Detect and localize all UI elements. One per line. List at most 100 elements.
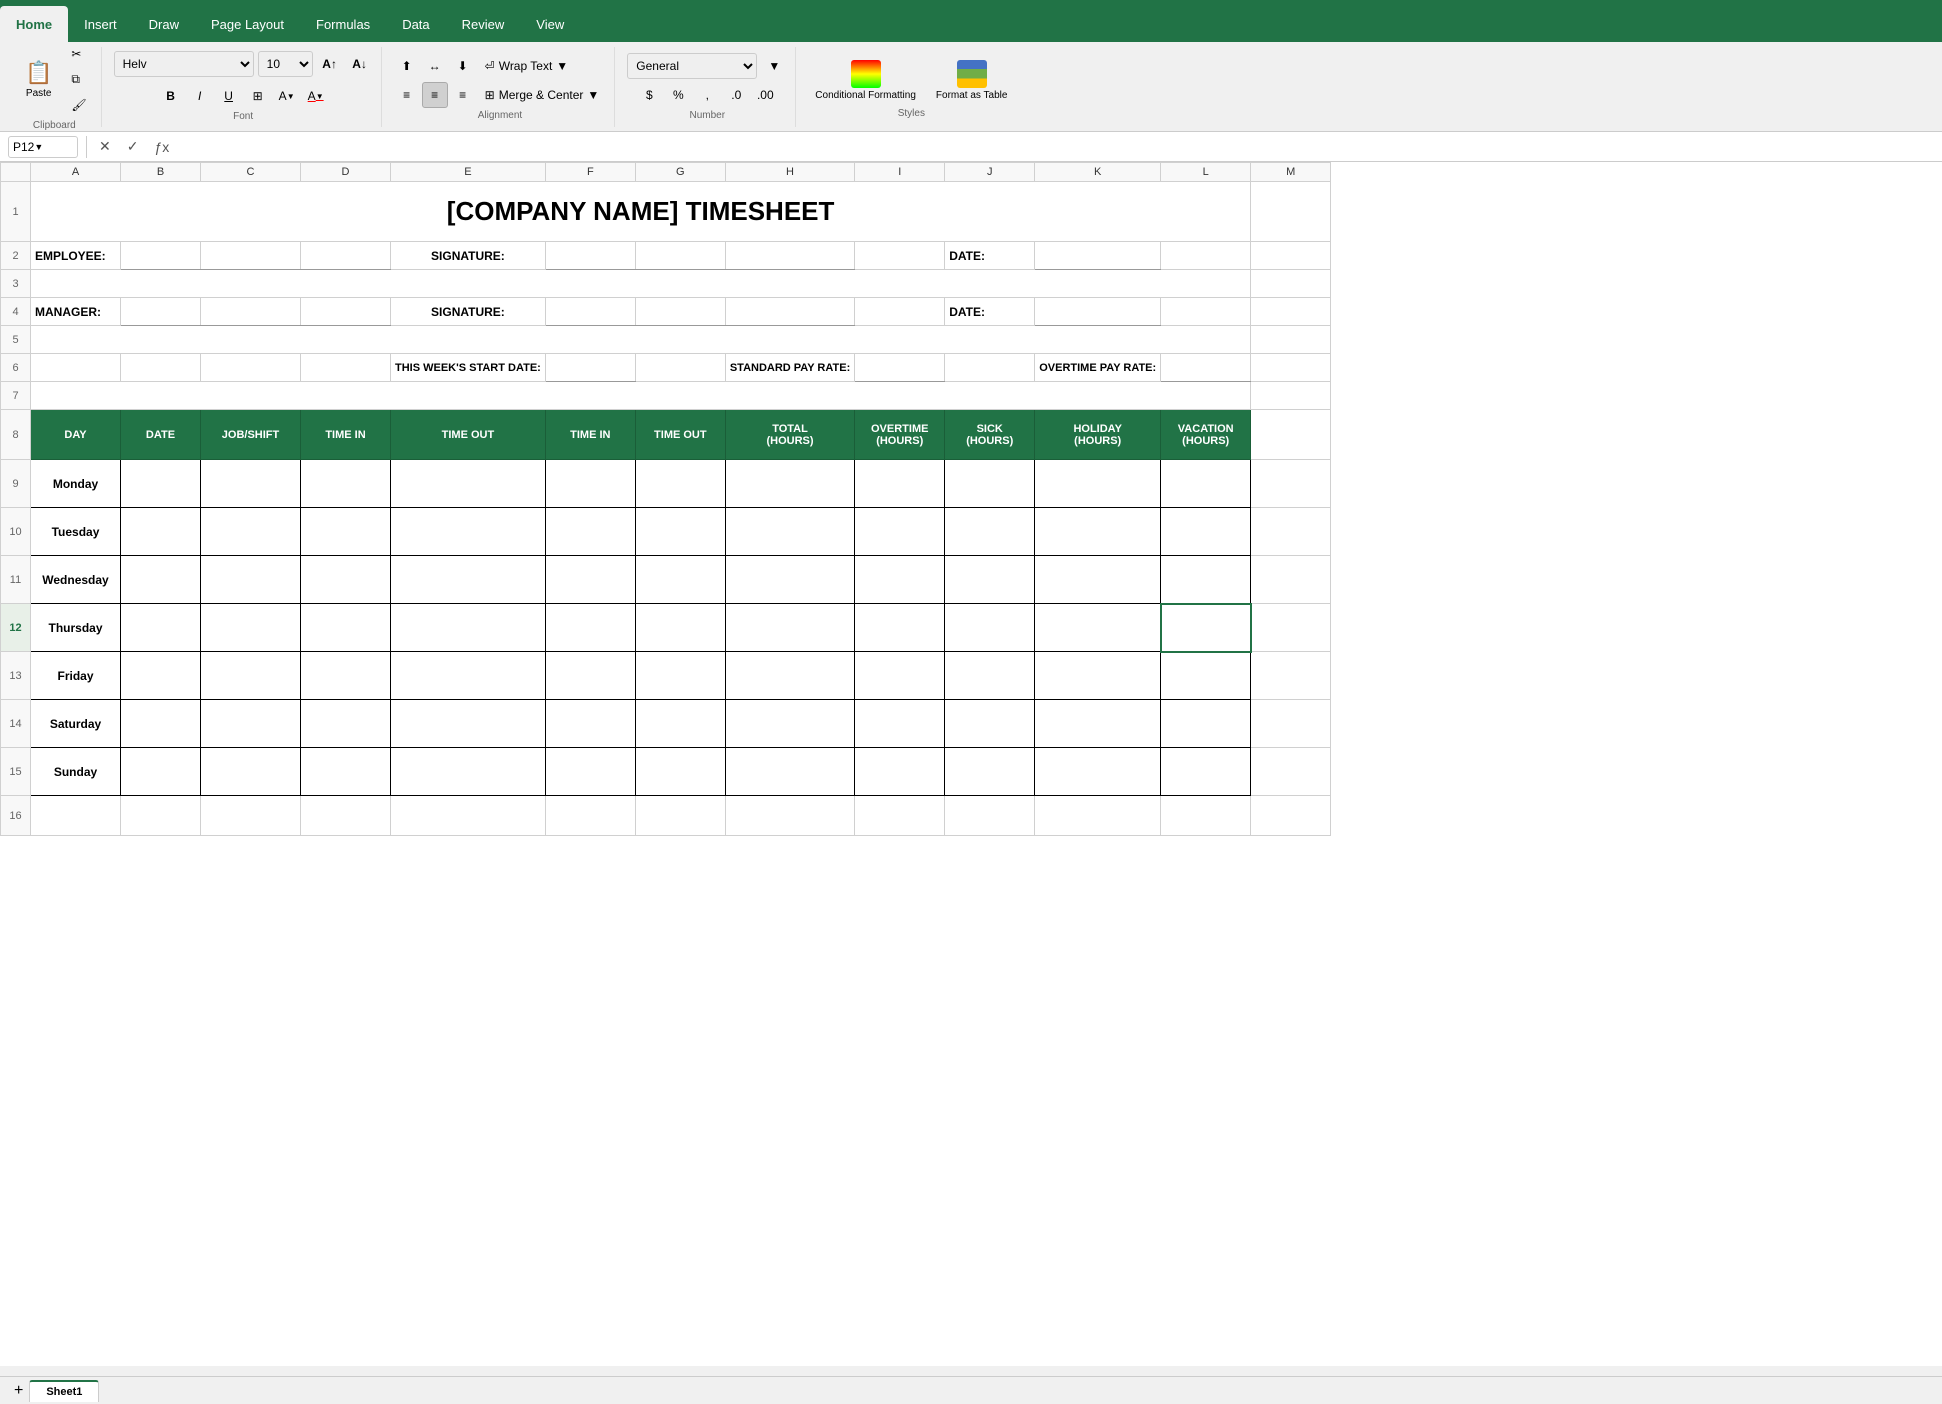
sunday-total[interactable] [725,748,854,796]
tuesday-timeout2[interactable] [635,508,725,556]
align-center-button[interactable]: ≡ [422,82,448,108]
tab-insert[interactable]: Insert [68,6,133,42]
align-bottom-button[interactable]: ⬇ [450,53,476,79]
tuesday-date[interactable] [121,508,201,556]
wednesday-total[interactable] [725,556,854,604]
manager-value-2[interactable] [201,298,301,326]
manager-sig-3[interactable] [725,298,854,326]
add-sheet-button[interactable]: + [8,1378,29,1404]
col-header-i[interactable]: I [855,163,945,182]
friday-total[interactable] [725,652,854,700]
sunday-holiday[interactable] [1035,748,1161,796]
sunday-timein2[interactable] [545,748,635,796]
saturday-overtime[interactable] [855,700,945,748]
wednesday-timein2[interactable] [545,556,635,604]
cell-a16[interactable] [31,796,121,836]
manager-sig-i4[interactable] [855,298,945,326]
cell-j16[interactable] [945,796,1035,836]
currency-button[interactable]: $ [636,82,662,108]
cell-m1[interactable] [1251,182,1331,242]
employee-value-3[interactable] [301,242,391,270]
format-painter-button[interactable]: 🖌 [65,94,92,116]
tab-home[interactable]: Home [0,6,68,42]
signature-value-2[interactable] [635,242,725,270]
sunday-sick[interactable] [945,748,1035,796]
number-format-select[interactable]: General [627,53,757,79]
saturday-timein1[interactable] [301,700,391,748]
saturday-date[interactable] [121,700,201,748]
cell-reference-box[interactable]: P12 ▼ [8,136,78,158]
monday-overtime[interactable] [855,460,945,508]
cell-m5[interactable] [1251,326,1331,354]
spreadsheet-container[interactable]: A B C D E F G H I J K L M 1 [COMPANY NAM… [0,162,1942,1366]
overtime-pay-value[interactable] [1161,354,1251,382]
sunday-date[interactable] [121,748,201,796]
manager-date-1[interactable] [1035,298,1161,326]
insert-function-button[interactable]: ƒx [150,137,173,157]
cell-ref-dropdown[interactable]: ▼ [34,142,43,152]
friday-sick[interactable] [945,652,1035,700]
wednesday-timeout1[interactable] [391,556,546,604]
sunday-timeout2[interactable] [635,748,725,796]
col-header-l[interactable]: L [1161,163,1251,182]
cell-d16[interactable] [301,796,391,836]
cell-m2[interactable] [1251,242,1331,270]
tuesday-timein2[interactable] [545,508,635,556]
conditional-formatting-button[interactable]: Conditional Formatting [808,55,923,106]
cell-f16[interactable] [545,796,635,836]
tuesday-vacation[interactable] [1161,508,1251,556]
friday-timeout2[interactable] [635,652,725,700]
merge-center-button[interactable]: ⊞ Merge & Center ▼ [478,82,607,108]
formula-input[interactable] [181,136,1934,158]
align-right-button[interactable]: ≡ [450,82,476,108]
align-left-button[interactable]: ≡ [394,82,420,108]
copy-button[interactable]: ⧉ [65,68,92,91]
cell-b16[interactable] [121,796,201,836]
monday-job[interactable] [201,460,301,508]
cell-m16[interactable] [1251,796,1331,836]
thursday-overtime[interactable] [855,604,945,652]
cell-i16[interactable] [855,796,945,836]
thursday-holiday[interactable] [1035,604,1161,652]
col-header-d[interactable]: D [301,163,391,182]
saturday-sick[interactable] [945,700,1035,748]
tuesday-total[interactable] [725,508,854,556]
increase-decimal-button[interactable]: .00 [752,82,778,108]
col-header-m[interactable]: M [1251,163,1331,182]
saturday-job[interactable] [201,700,301,748]
sheet-tab-1[interactable]: Sheet1 [29,1380,99,1402]
friday-holiday[interactable] [1035,652,1161,700]
signature-value-1[interactable] [545,242,635,270]
tab-draw[interactable]: Draw [133,6,195,42]
cell-g16[interactable] [635,796,725,836]
friday-timeout1[interactable] [391,652,546,700]
monday-holiday[interactable] [1035,460,1161,508]
manager-value-3[interactable] [301,298,391,326]
cell-h16[interactable] [725,796,854,836]
comma-button[interactable]: , [694,82,720,108]
col-header-g[interactable]: G [635,163,725,182]
monday-timeout1[interactable] [391,460,546,508]
col-header-b[interactable]: B [121,163,201,182]
thursday-timein1[interactable] [301,604,391,652]
sunday-timein1[interactable] [301,748,391,796]
wednesday-vacation[interactable] [1161,556,1251,604]
cell-m6[interactable] [1251,354,1331,382]
tuesday-overtime[interactable] [855,508,945,556]
thursday-date[interactable] [121,604,201,652]
date-value-1[interactable] [1035,242,1161,270]
cell-m4[interactable] [1251,298,1331,326]
thursday-job[interactable] [201,604,301,652]
manager-sig-1[interactable] [545,298,635,326]
wednesday-overtime[interactable] [855,556,945,604]
font-color-button[interactable]: A▼ [303,83,329,109]
thursday-total[interactable] [725,604,854,652]
wednesday-sick[interactable] [945,556,1035,604]
wednesday-timein1[interactable] [301,556,391,604]
monday-total[interactable] [725,460,854,508]
friday-date[interactable] [121,652,201,700]
employee-value-2[interactable] [201,242,301,270]
sig-blank-i2[interactable] [855,242,945,270]
cut-button[interactable]: ✂ [65,43,92,65]
friday-job[interactable] [201,652,301,700]
